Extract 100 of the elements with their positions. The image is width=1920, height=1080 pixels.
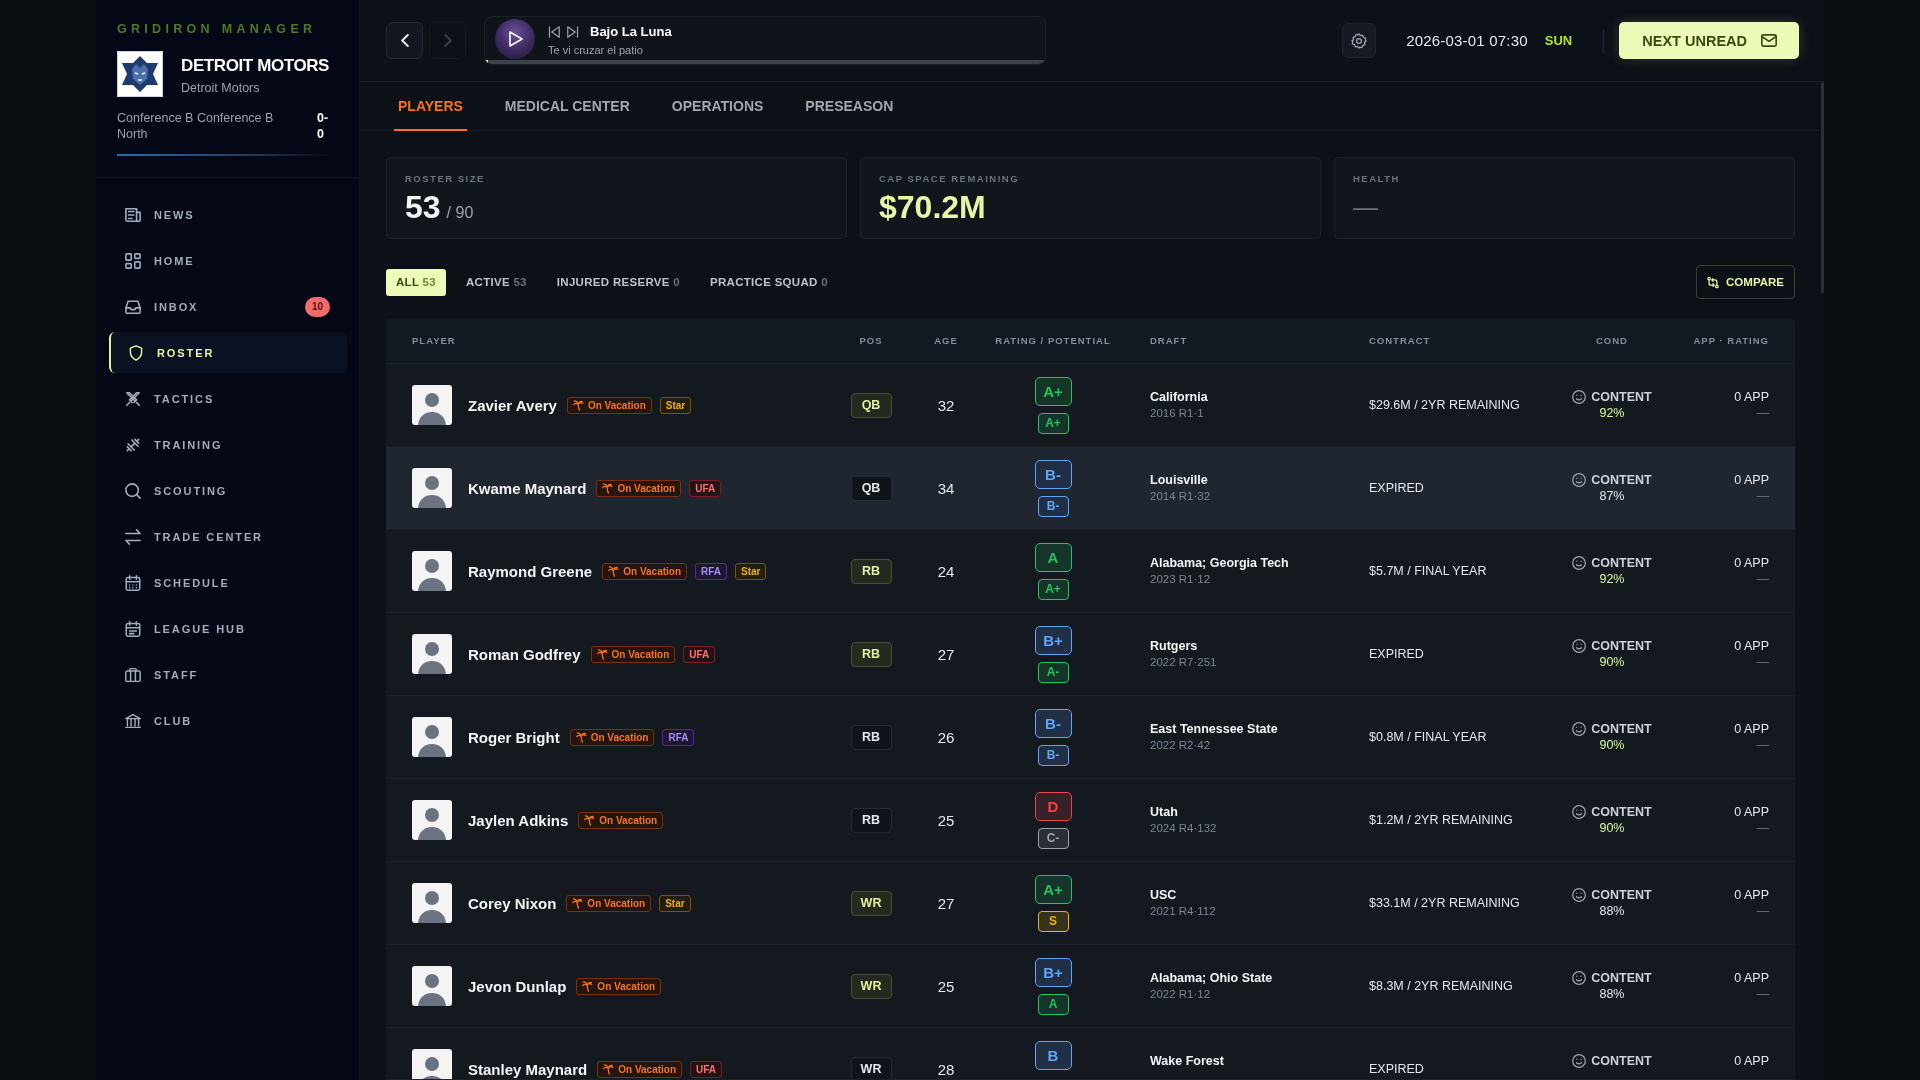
condition-label: CONTENT [1591,555,1652,571]
column-header[interactable]: AGE [934,335,958,346]
player-name[interactable]: Jevon Dunlap [468,977,567,995]
nav-item[interactable]: TRADE CENTER [109,516,347,557]
compare-button[interactable]: COMPARE [1696,265,1795,299]
tag-label: On Vacation [587,399,646,411]
player-tag: Star [659,894,691,912]
nav-item[interactable]: CLUB [109,700,347,741]
nav-item[interactable]: INBOX 10 [109,286,347,327]
rating-grade: A+ [1034,874,1072,904]
potential-grade: C- [1037,827,1069,849]
nav-item[interactable]: NEWS [109,194,347,235]
contract-text: EXPIRED [1369,481,1425,495]
nav-item[interactable]: HOME [109,240,347,281]
player-name[interactable]: Stanley Maynard [468,1060,588,1078]
player-name[interactable]: Corey Nixon [468,894,557,912]
column-header[interactable]: RATING / POTENTIAL [995,335,1111,346]
contract-text: EXPIRED [1369,647,1425,661]
nav-item[interactable]: ROSTER [109,332,347,373]
contract-text: EXPIRED [1369,1062,1425,1076]
player-name[interactable]: Roger Bright [468,728,560,746]
stat-label: CAP SPACE REMAINING [879,173,1021,185]
person-silhouette-icon [412,717,452,757]
draft-school: East Tennessee State [1150,721,1278,737]
player-name[interactable]: Zavier Avery [468,396,557,414]
column-header[interactable]: POS [859,335,883,346]
column-header[interactable]: DRAFT [1115,335,1369,346]
palm-tree-icon [596,648,608,660]
draft-school: Rutgers [1150,638,1198,654]
column-header[interactable]: APP · RATING [1693,335,1795,346]
date-time: 2026-03-01 07:30 [1406,32,1528,49]
nav-item[interactable]: TACTICS [109,378,347,419]
next-unread-button[interactable]: NEXT UNREAD [1619,22,1799,59]
condition-label: CONTENT [1591,638,1652,654]
envelope-icon [1761,34,1777,47]
condition-label: CONTENT [1591,970,1652,986]
smiley-icon [1572,888,1587,902]
player-age: 28 [937,1060,955,1078]
player-tag: UFA [689,479,722,497]
appearances-text: 0 APP [1734,1053,1769,1069]
stat-label: HEALTH [1353,173,1401,185]
nav-item[interactable]: STAFF [109,654,347,695]
position-badge: WR [850,890,892,916]
skip-back-icon[interactable] [548,25,560,38]
column-header[interactable]: PLAYER [386,335,841,346]
palm-tree-icon [582,980,594,992]
briefcase-icon [125,666,141,683]
draft-school: Utah [1150,804,1178,820]
palm-tree-icon [602,482,614,494]
table-row[interactable]: Kwame Maynard On Vacation UFA QB 34 B- B- Louisville 2014 R1·32 EXPIRED CONTENT 87% 0 APP — [386,447,1795,530]
appearances-text: 0 APP [1734,721,1769,737]
appearances-text: 0 APP [1734,555,1769,571]
player-name[interactable]: Roman Godfrey [468,645,581,663]
filter-chip[interactable]: ALL 53 [386,268,446,296]
draft-school: USC [1150,887,1177,903]
player-name[interactable]: Raymond Greene [468,562,593,580]
skip-forward-icon[interactable] [567,25,579,38]
filter-chip[interactable]: INJURED RESERVE 0 [546,268,690,296]
player-tag: Star [659,396,692,414]
play-button[interactable] [508,30,523,47]
back-button[interactable] [386,22,423,59]
settings-button[interactable] [1342,23,1377,58]
tag-label: On Vacation [611,648,670,660]
nav-item[interactable]: TRAINING [109,424,347,465]
filter-chip[interactable]: ACTIVE 53 [455,268,537,296]
position-badge: RB [850,724,892,750]
bank-building-icon [125,712,141,729]
nav-item[interactable]: LEAGUE HUB [109,608,347,649]
progress-track[interactable] [485,60,1045,64]
contract-text: $29.6M / 2YR REMAINING [1369,398,1521,412]
column-header[interactable]: COND [1596,335,1628,346]
app-rating: — [1756,986,1769,1002]
player-name[interactable]: Jaylen Adkins [468,811,569,829]
smiley-icon [1572,971,1587,985]
column-header[interactable]: CONTRACT [1369,335,1556,346]
palm-tree-icon [575,731,587,743]
app-rating: — [1756,654,1769,670]
contract-text: $0.8M / FINAL YEAR [1369,730,1488,744]
swap-arrows-icon [125,528,141,545]
rating-grade: B- [1034,459,1072,489]
tab[interactable]: PLAYERS [394,82,467,131]
rating-grade: B+ [1034,957,1072,987]
nav-item[interactable]: SCHEDULE [109,562,347,603]
tab[interactable]: MEDICAL CENTER [500,82,634,131]
tab[interactable]: OPERATIONS [667,82,768,131]
condition-percent: 92% [1599,405,1625,421]
nav-item[interactable]: SCOUTING [109,470,347,511]
condition-percent: 88% [1599,986,1625,1002]
scrollbar-thumb[interactable] [1821,82,1824,293]
filter-chip[interactable]: PRACTICE SQUAD 0 [699,268,838,296]
contract-text: $1.2M / 2YR REMAINING [1369,813,1514,827]
player-name[interactable]: Kwame Maynard [468,479,587,497]
app-rating: — [1756,488,1769,504]
draft-school: Alabama; Ohio State [1150,970,1273,986]
condition-percent: 88% [1599,903,1625,919]
tab[interactable]: PRESEASON [801,82,898,131]
appearances-text: 0 APP [1734,472,1769,488]
draft-pick: 2024 R4·132 [1150,821,1217,836]
smiley-icon [1572,390,1587,404]
smiley-icon [1572,1054,1587,1068]
